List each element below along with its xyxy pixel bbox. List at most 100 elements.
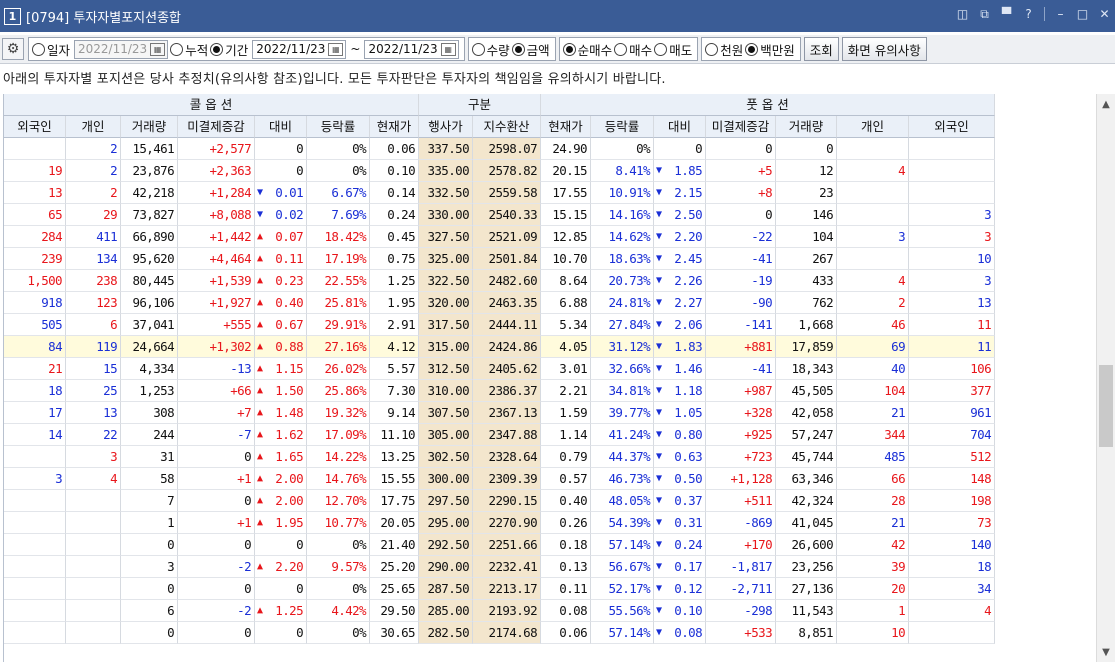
table-row[interactable]: 3 4 58 +1 ▲ 2.00 14.76% 15.55 300.00 2309.39 0.57 4… [4,468,1096,490]
daily-date-value: 2022/11/23 [78,42,148,56]
table-row[interactable]: 6 -2 ▲ 1.25 4.42% 29.50 285.00 2193.92 0.08 55.56… [4,600,1096,622]
table-cell: 3 [909,226,995,248]
table-row[interactable]: 19 2 23,876 +2,363 0 0% 0.10 335.00 2578.82 20.15… [4,160,1096,182]
radio-sell[interactable]: 매도 [654,40,692,59]
radio-million-won-dot[interactable] [745,42,759,56]
down-arrow-icon: ▼ [656,517,662,528]
table-cell: 24,664 [121,336,178,358]
scroll-up-icon[interactable]: ▲ [1097,96,1115,112]
table-row[interactable]: 0 0 0 0% 25.65 287.50 2213.17 0.11 52.17% ▼ 0.12 -2… [4,578,1096,600]
table-row[interactable]: 84 119 24,664 +1,302 ▲ 0.88 27.16% 4.12 315.00 24… [4,336,1096,358]
table-cell: 2.21 [541,380,591,402]
table-cell: ▲ 0.11 [255,248,307,270]
table-cell: -1,817 [706,556,776,578]
daily-date-input[interactable]: 2022/11/23 ▦ [74,39,169,59]
table-cell: 0 [121,578,178,600]
radio-daily[interactable]: 일자 [32,40,70,59]
table-row[interactable]: 0 0 0 0% 30.65 282.50 2174.68 0.06 57.14% ▼ 0.08 +5… [4,622,1096,644]
table-row[interactable]: 1 +1 ▲ 1.95 10.77% 20.05 295.00 2270.90 0.26 54.3… [4,512,1096,534]
table-row[interactable]: 1,500 238 80,445 +1,539 ▲ 0.23 22.55% 1.25 322.5… [4,270,1096,292]
table-row[interactable]: 0 0 0 0% 21.40 292.50 2251.66 0.18 57.14% ▼ 0.24 +1… [4,534,1096,556]
table-row[interactable]: 239 134 95,620 +4,464 ▲ 0.11 17.19% 0.75 325.00 2… [4,248,1096,270]
table-cell: 29.50 [370,600,419,622]
radio-cumulative-dot[interactable] [170,42,184,56]
table-cell: 4 [837,160,909,182]
close-icon[interactable]: ✕ [1098,8,1111,21]
down-arrow-icon: ▼ [656,385,662,396]
radio-daily-dot[interactable] [32,42,45,56]
radio-net-buy-dot[interactable] [562,42,576,56]
scroll-down-icon[interactable]: ▼ [1097,644,1115,660]
table-cell: 287.50 [419,578,473,600]
table-cell: 25.65 [370,578,419,600]
radio-quantity[interactable]: 수량 [471,40,510,59]
window-button-separator [1044,7,1045,21]
table-row[interactable]: 14 22 244 -7 ▲ 1.62 17.09% 11.10 305.00 2347.88 1.… [4,424,1096,446]
vertical-scrollbar[interactable]: ▲ ▼ [1096,94,1115,662]
period-to-input[interactable]: 2022/11/23 ▦ [364,39,459,59]
period-from-input[interactable]: 2022/11/23 ▦ [252,39,347,59]
up-arrow-icon: ▲ [257,319,263,330]
pin-icon[interactable]: ▀ [1000,8,1013,21]
table-row[interactable]: 21 15 4,334 -13 ▲ 1.15 26.02% 5.57 312.50 2405.62… [4,358,1096,380]
screen-notice-button[interactable]: 화면 유의사항 [841,37,927,61]
help-icon[interactable]: ? [1022,8,1035,21]
restore-icon[interactable]: ⧉ [978,8,991,21]
radio-buy[interactable]: 매수 [614,40,652,59]
table-row[interactable]: 284 411 66,890 +1,442 ▲ 0.07 18.42% 0.45 327.50 2… [4,226,1096,248]
table-cell: 317.50 [419,314,473,336]
down-arrow-icon: ▼ [656,187,662,198]
table-row[interactable]: 13 2 42,218 +1,284 ▼ 0.01 6.67% 0.14 332.50 2559.… [4,182,1096,204]
radio-period-dot[interactable] [210,42,224,56]
calendar-icon[interactable]: ▦ [150,42,166,56]
table-row[interactable]: 3 -2 ▲ 2.20 9.57% 25.20 290.00 2232.41 0.13 56.67… [4,556,1096,578]
radio-quantity-dot[interactable] [471,42,485,56]
radio-buy-dot[interactable] [614,42,628,56]
radio-amount-dot[interactable] [511,42,525,56]
scroll-thumb[interactable] [1099,365,1113,447]
table-cell: 37,041 [121,314,178,336]
period-from-value: 2022/11/23 [256,42,326,56]
down-arrow-icon: ▼ [656,495,662,506]
table-cell: -141 [706,314,776,336]
table-cell: ▲ 0.07 [255,226,307,248]
table-row[interactable]: 65 29 73,827 +8,088 ▼ 0.02 7.69% 0.24 330.00 2540… [4,204,1096,226]
radio-million-won[interactable]: 백만원 [745,40,795,59]
table-cell: 73,827 [121,204,178,226]
down-arrow-icon: ▼ [656,363,662,374]
table-cell: 20 [837,578,909,600]
table-cell: 0 [255,578,307,600]
query-button[interactable]: 조회 [803,37,839,61]
settings-gear-icon[interactable]: ⚙ [2,38,24,60]
table-row[interactable]: 7 0 ▲ 2.00 12.70% 17.75 297.50 2290.15 0.40 48.05… [4,490,1096,512]
table-row[interactable]: 2 15,461 +2,577 0 0% 0.06 337.50 2598.07 24.90 0%… [4,138,1096,160]
table-cell: 10.77% [307,512,370,534]
table-row[interactable]: 18 25 1,253 +66 ▲ 1.50 25.86% 7.30 310.00 2386.37… [4,380,1096,402]
table-row[interactable]: 3 31 0 ▲ 1.65 14.22% 13.25 302.50 2328.64 0.79 44.… [4,446,1096,468]
layout-icon[interactable]: ◫ [956,8,969,21]
table-cell: ▼ 1.18 [654,380,706,402]
table-row[interactable]: 918 123 96,106 +1,927 ▲ 0.40 25.81% 1.95 320.00 2… [4,292,1096,314]
investor-position-table[interactable]: 콜 옵 션 구분 풋 옵 션 외국인 개인 거래량 미결제증감 대비 등락률 현재가 행사가 지수환산… [3,94,1096,662]
minimize-icon[interactable]: – [1054,8,1067,21]
radio-thousand-won[interactable]: 천원 [705,40,743,59]
radio-cumulative[interactable]: 누적 [170,40,208,59]
table-cell: 2598.07 [473,138,541,160]
radio-period[interactable]: 기간 [210,40,248,59]
period-separator: ~ [350,42,361,56]
radio-thousand-won-dot[interactable] [705,42,719,56]
table-cell: +533 [706,622,776,644]
table-cell: 20.73% [591,270,654,292]
table-cell: 0 [121,622,178,644]
radio-amount[interactable]: 금액 [511,40,550,59]
table-row[interactable]: 17 13 308 +7 ▲ 1.48 19.32% 9.14 307.50 2367.13 1.5… [4,402,1096,424]
radio-net-buy[interactable]: 순매수 [562,40,612,59]
table-cell: ▼ 0.08 [654,622,706,644]
maximize-icon[interactable]: □ [1076,8,1089,21]
table-row[interactable]: 505 6 37,041 +555 ▲ 0.67 29.91% 2.91 317.50 2444.… [4,314,1096,336]
radio-sell-dot[interactable] [654,42,668,56]
window-number-badge: 1 [4,7,21,25]
calendar-icon[interactable]: ▦ [440,42,456,56]
table-cell: 2 [66,138,121,160]
calendar-icon[interactable]: ▦ [328,42,344,56]
